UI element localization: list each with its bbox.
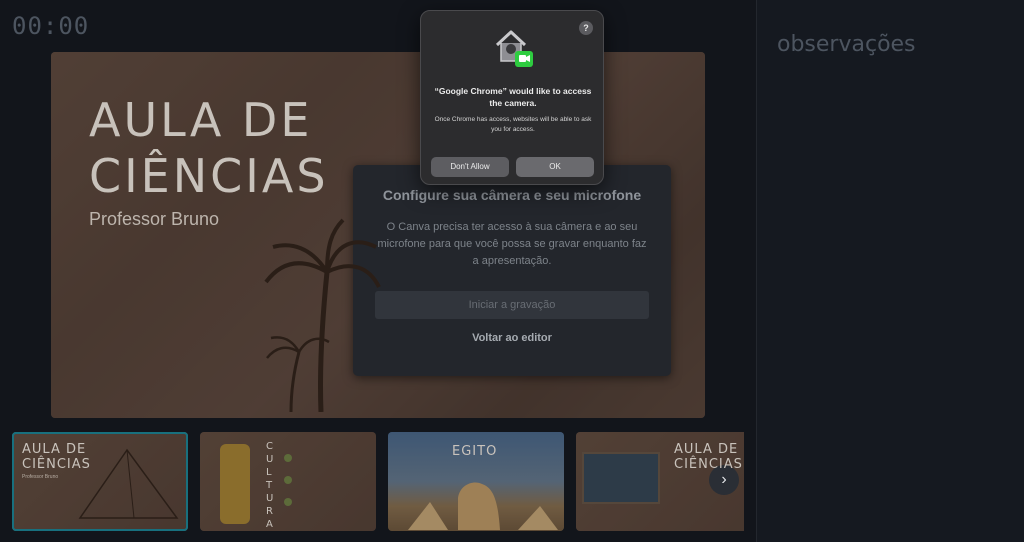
slide-title: AULA DE CIÊNCIAS	[89, 92, 329, 204]
thumb-title: AULA DE CIÊNCIAS	[674, 442, 743, 472]
bullet-dot-2	[284, 476, 292, 484]
help-icon[interactable]: ?	[579, 21, 593, 35]
ok-button[interactable]: OK	[516, 157, 594, 177]
dont-allow-button[interactable]: Don't Allow	[431, 157, 509, 177]
notes-title: observações	[777, 32, 916, 57]
back-to-editor-link[interactable]: Voltar ao editor	[353, 332, 671, 344]
slide-thumbnail-3[interactable]: EGITO	[388, 432, 564, 531]
sphinx-illustration	[408, 482, 558, 530]
palm-tree-illustration	[264, 218, 381, 412]
recording-setup-dialog: Configure sua câmera e seu microfone O C…	[353, 165, 671, 376]
slide-thumbnail-strip: AULA DE CIÊNCIAS Professor Bruno CULTURA…	[12, 432, 744, 531]
dialog-title: Configure sua câmera e seu microfone	[382, 187, 642, 203]
slide-thumbnail-1[interactable]: AULA DE CIÊNCIAS Professor Bruno	[12, 432, 188, 531]
slide-subtitle: Professor Bruno	[89, 209, 220, 229]
slide-title-line2: CIÊNCIAS	[89, 149, 329, 203]
thumb-title-line1: AULA DE	[674, 442, 739, 457]
thumb-title-line2: CIÊNCIAS	[674, 457, 743, 472]
bullet-dot-1	[284, 454, 292, 462]
permission-title: “Google Chrome” would like to access the…	[434, 86, 592, 108]
start-recording-button[interactable]: Iniciar a gravação	[375, 291, 649, 319]
egyptian-figure-illustration	[220, 444, 250, 524]
presentation-timer: 00:00	[12, 12, 90, 40]
thumb-title: EGITO	[452, 444, 498, 459]
slide-thumbnail-2[interactable]: CULTURA	[200, 432, 376, 531]
slide-title-line1: AULA DE	[89, 93, 313, 147]
thumb-vertical-word: CULTURA	[266, 441, 275, 530]
home-camera-icon	[495, 30, 533, 67]
pyramid-illustration	[78, 448, 179, 519]
permission-body: Once Chrome has access, websites will be…	[434, 116, 592, 133]
bullet-dot-3	[284, 498, 292, 506]
presenter-view: 00:00 observações AULA DE CIÊNCIAS Profe…	[0, 0, 1024, 542]
video-frame-illustration	[582, 452, 660, 504]
camera-permission-dialog: ? “Google Chrome” would like to access t…	[420, 10, 604, 185]
notes-panel: observações	[756, 0, 1024, 542]
dialog-body: O Canva precisa ter acesso à sua câmera …	[377, 221, 647, 267]
thumb-caption: Professor Bruno	[22, 474, 59, 480]
chevron-right-icon: ›	[721, 471, 727, 488]
